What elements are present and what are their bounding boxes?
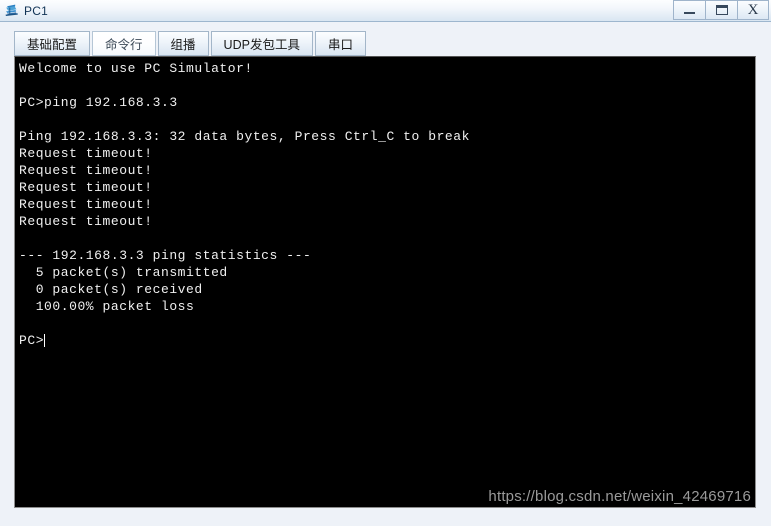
tab-label: 组播 <box>170 38 196 52</box>
minimize-button[interactable] <box>673 0 705 20</box>
terminal-line: Welcome to use PC Simulator! <box>19 61 253 76</box>
maximize-button[interactable] <box>705 0 737 20</box>
minimize-icon <box>684 11 695 14</box>
terminal-line: PC>ping 192.168.3.3 <box>19 95 178 110</box>
watermark-text: https://blog.csdn.net/weixin_42469716 <box>488 488 751 505</box>
title-bar-left: PC1 <box>0 3 673 19</box>
tab-label: UDP发包工具 <box>223 38 300 52</box>
terminal-line: Request timeout! <box>19 214 153 229</box>
terminal-line: --- 192.168.3.3 ping statistics --- <box>19 248 312 263</box>
close-button[interactable]: X <box>737 0 769 20</box>
tab-label: 基础配置 <box>27 38 78 52</box>
window-title: PC1 <box>24 3 48 18</box>
close-icon: X <box>747 1 759 18</box>
tab-command-line[interactable]: 命令行 <box>92 31 156 56</box>
tab-bar: 基础配置 命令行 组播 UDP发包工具 串口 <box>14 30 368 56</box>
terminal-line: 5 packet(s) transmitted <box>19 265 228 280</box>
terminal-line: Request timeout! <box>19 180 153 195</box>
tab-label: 命令行 <box>105 38 143 52</box>
tab-multicast[interactable]: 组播 <box>157 31 209 56</box>
text-caret <box>44 334 46 347</box>
terminal-line: Request timeout! <box>19 163 153 178</box>
title-bar: PC1 X <box>0 0 771 22</box>
terminal-line: Ping 192.168.3.3: 32 data bytes, Press C… <box>19 129 470 144</box>
terminal-line: Request timeout! <box>19 146 153 161</box>
tab-label: 串口 <box>327 38 353 52</box>
maximize-icon <box>715 5 728 15</box>
terminal-line: 0 packet(s) received <box>19 282 203 297</box>
tab-basic-config[interactable]: 基础配置 <box>14 31 91 56</box>
terminal-line: 100.00% packet loss <box>19 299 195 314</box>
terminal-prompt: PC> <box>19 333 45 348</box>
terminal-output: Welcome to use PC Simulator! PC>ping 192.… <box>19 60 755 332</box>
tab-serial-port[interactable]: 串口 <box>314 31 366 56</box>
terminal-console[interactable]: Welcome to use PC Simulator! PC>ping 192.… <box>14 56 756 508</box>
pc-device-icon <box>5 4 18 16</box>
terminal-line: Request timeout! <box>19 197 153 212</box>
tab-udp-packet-tool[interactable]: UDP发包工具 <box>210 31 313 56</box>
window-content: 基础配置 命令行 组播 UDP发包工具 串口 Welcome to use PC… <box>0 22 771 526</box>
window-controls: X <box>673 0 771 21</box>
terminal-prompt-line[interactable]: PC> <box>19 332 755 349</box>
pc1-window: PC1 X 基础配置 命令行 组播 UDP发包工具 串口 Welcome to … <box>0 0 771 526</box>
